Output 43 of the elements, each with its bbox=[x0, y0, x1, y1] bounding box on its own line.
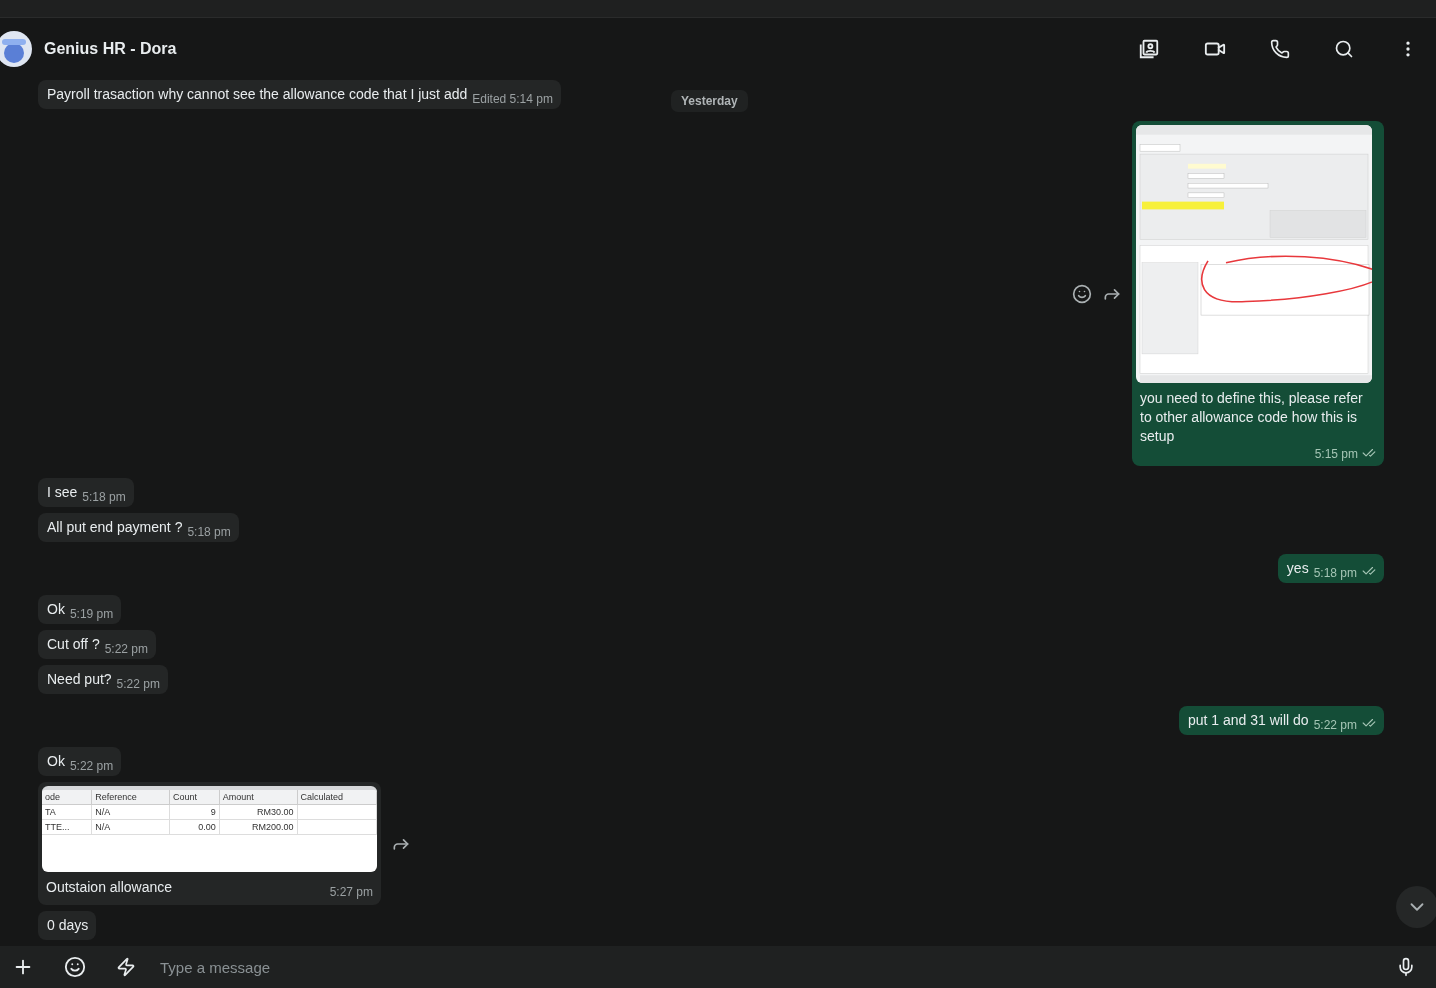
message-time: 5:22 pm bbox=[116, 677, 160, 691]
message-time: 5:18 pm bbox=[1313, 566, 1357, 580]
column-header: Count bbox=[169, 790, 220, 805]
scroll-down-button[interactable] bbox=[1396, 886, 1436, 928]
avatar[interactable] bbox=[0, 31, 32, 67]
column-header: ode bbox=[42, 790, 92, 805]
message-text: you need to define this, please refer to other allowance code how this is setup bbox=[1139, 389, 1364, 446]
table-cell: TA bbox=[42, 804, 92, 820]
date-chip: Yesterday bbox=[671, 90, 748, 112]
message-text: Cut off ? bbox=[47, 635, 100, 654]
message-text: Payroll trasaction why cannot see the allowance code that I just add bbox=[47, 85, 468, 104]
table-cell: RM200.00 bbox=[219, 819, 298, 835]
message-composer[interactable]: Type a message bbox=[0, 946, 1436, 988]
message-text: yes bbox=[1286, 559, 1309, 578]
table-cell: RM30.00 bbox=[219, 804, 298, 820]
column-header: Calculated bbox=[297, 790, 377, 805]
message-text: All put end payment ? bbox=[47, 518, 183, 537]
message-text: Ok bbox=[47, 752, 65, 771]
message-text: Need put? bbox=[47, 670, 112, 689]
table-cell: N/A bbox=[91, 804, 170, 820]
message-time: 5:18 pm bbox=[187, 525, 231, 539]
message-text: Ok bbox=[47, 600, 65, 619]
table-cell: TTE... bbox=[42, 819, 92, 835]
message-time: 5:22 pm bbox=[1313, 718, 1357, 732]
message-time: 5:15 pm bbox=[1314, 447, 1358, 461]
chat-title: Genius HR - Dora bbox=[44, 40, 178, 58]
message-time: 5:22 pm bbox=[104, 642, 149, 656]
message-time: 5:18 pm bbox=[82, 490, 126, 504]
table-cell: 0.00 bbox=[169, 819, 220, 835]
table-cell: 9 bbox=[169, 804, 220, 820]
message-time: 5:19 pm bbox=[69, 607, 114, 621]
message-text: put 1 and 31 will do bbox=[1188, 711, 1309, 730]
message-text: 0 days bbox=[47, 916, 89, 935]
message-time: Edited 5:14 pm bbox=[472, 92, 553, 106]
message-text: I see bbox=[47, 483, 78, 502]
emoji-icon[interactable] bbox=[1072, 283, 1092, 304]
message-time: 5:22 pm bbox=[69, 759, 114, 773]
message-text: Outstaion allowance bbox=[45, 878, 174, 897]
column-header: Amount bbox=[219, 790, 298, 805]
message-time: 5:27 pm bbox=[329, 885, 373, 899]
column-header: Reference bbox=[91, 790, 170, 805]
message-input[interactable]: Type a message bbox=[158, 957, 1358, 977]
table-cell: N/A bbox=[91, 819, 170, 835]
